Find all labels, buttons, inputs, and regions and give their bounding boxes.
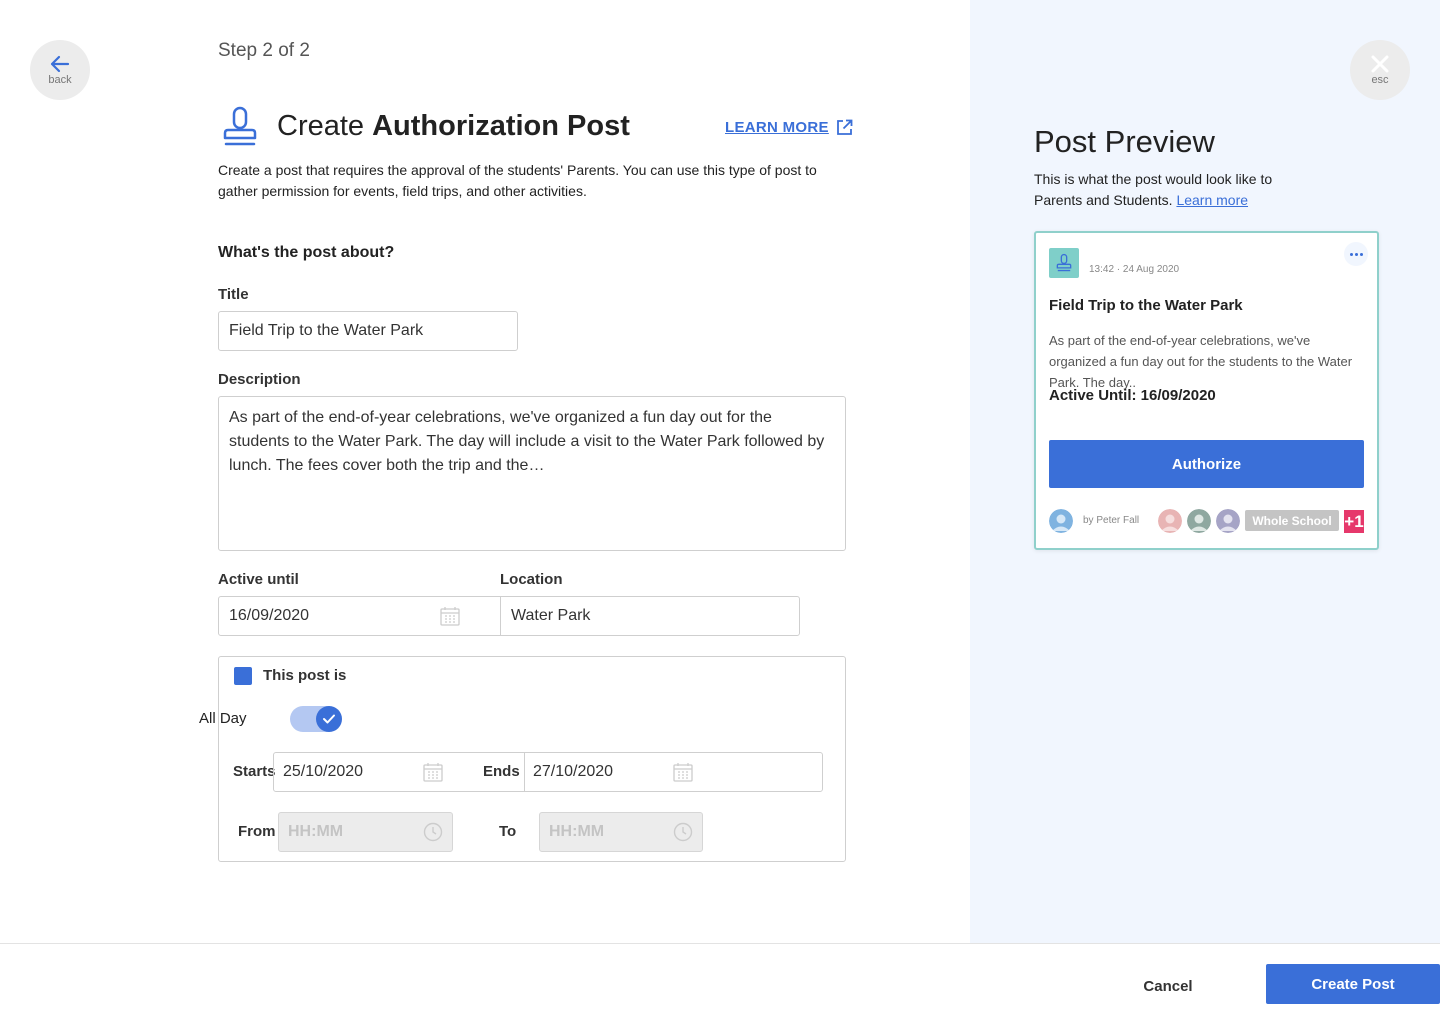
- post-timestamp: 13:42 · 24 Aug 2020: [1089, 264, 1180, 275]
- to-label: To: [499, 823, 517, 840]
- clock-icon: [423, 822, 443, 842]
- stamp-icon: [223, 106, 257, 146]
- title-label: Title: [218, 286, 249, 303]
- post-description: As part of the end-of-year celebrations,…: [1049, 333, 1353, 390]
- active-until-label: Active until: [218, 571, 299, 588]
- audience-badge: Whole School: [1245, 510, 1339, 531]
- preview-learn-more-link[interactable]: Learn more: [1176, 192, 1248, 208]
- ends-label: Ends: [483, 763, 520, 780]
- close-icon: [1371, 55, 1389, 72]
- location-input[interactable]: Water Park: [500, 596, 800, 636]
- footer-bar: [0, 943, 1440, 1024]
- location-value: Water Park: [511, 607, 591, 624]
- post-title: Field Trip to the Water Park: [1049, 297, 1243, 314]
- back-label: back: [48, 73, 72, 86]
- back-button[interactable]: back: [30, 40, 90, 100]
- post-author: by Peter Fall: [1083, 515, 1140, 526]
- preview-subtitle: This is what the post would look like to…: [1034, 169, 1324, 211]
- title-input[interactable]: Field Trip to the Water Park: [218, 311, 518, 351]
- cancel-button[interactable]: Cancel: [1124, 974, 1212, 998]
- learn-more-label: LEARN MORE: [725, 119, 829, 136]
- calendar-icon[interactable]: [440, 606, 460, 626]
- page-title-prefix: Create: [277, 110, 373, 142]
- description-label: Description: [218, 371, 301, 388]
- section-heading: What's the post about?: [218, 244, 395, 261]
- more-options-icon[interactable]: [1344, 242, 1368, 266]
- check-icon: [323, 714, 335, 724]
- all-day-label: All Day: [199, 710, 247, 727]
- recipient-avatar: [1187, 509, 1211, 533]
- starts-calendar-icon[interactable]: [423, 762, 443, 782]
- stamp-icon: [1056, 253, 1072, 272]
- description-textarea[interactable]: As part of the end-of-year celebrations,…: [218, 396, 846, 551]
- esc-label: esc: [1371, 73, 1389, 86]
- clock-icon: [673, 822, 693, 842]
- preview-title: Post Preview: [1034, 124, 1215, 159]
- ends-value[interactable]: 27/10/2020: [533, 763, 613, 781]
- date-divider: [524, 752, 525, 792]
- create-post-button[interactable]: Create Post: [1266, 964, 1440, 1004]
- active-until-value: 16/09/2020: [229, 607, 310, 624]
- learn-more-link[interactable]: LEARN MORE: [725, 119, 853, 136]
- page-title-bold: Authorization Post: [372, 110, 630, 142]
- author-avatar: [1049, 509, 1073, 533]
- starts-value[interactable]: 25/10/2020: [283, 763, 363, 781]
- post-active-until: Active Until: 16/09/2020: [1049, 387, 1216, 404]
- description-value: As part of the end-of-year celebrations,…: [229, 409, 825, 474]
- this-post-is-label: This post is: [263, 667, 347, 684]
- toggle-knob[interactable]: [316, 706, 342, 732]
- extra-count-badge: +1: [1344, 510, 1364, 533]
- external-link-icon: [836, 119, 853, 135]
- page-title: Create Authorization Post: [277, 110, 630, 143]
- from-placeholder: HH:MM: [288, 823, 344, 840]
- this-post-is-checkbox[interactable]: [234, 667, 252, 685]
- recipient-avatar: [1216, 509, 1240, 533]
- post-type-avatar: [1049, 248, 1079, 278]
- location-label: Location: [500, 571, 563, 588]
- recipient-avatar: [1158, 509, 1182, 533]
- step-indicator: Step 2 of 2: [218, 40, 310, 61]
- title-value: Field Trip to the Water Park: [229, 322, 424, 339]
- arrow-left-icon: [50, 55, 70, 72]
- starts-label: Starts: [233, 763, 276, 780]
- to-placeholder: HH:MM: [549, 823, 605, 840]
- authorize-button[interactable]: Authorize: [1049, 440, 1364, 488]
- intro-text: Create a post that requires the approval…: [218, 162, 817, 199]
- from-label: From: [238, 823, 276, 840]
- ends-calendar-icon[interactable]: [673, 762, 693, 782]
- close-button[interactable]: esc: [1350, 40, 1410, 100]
